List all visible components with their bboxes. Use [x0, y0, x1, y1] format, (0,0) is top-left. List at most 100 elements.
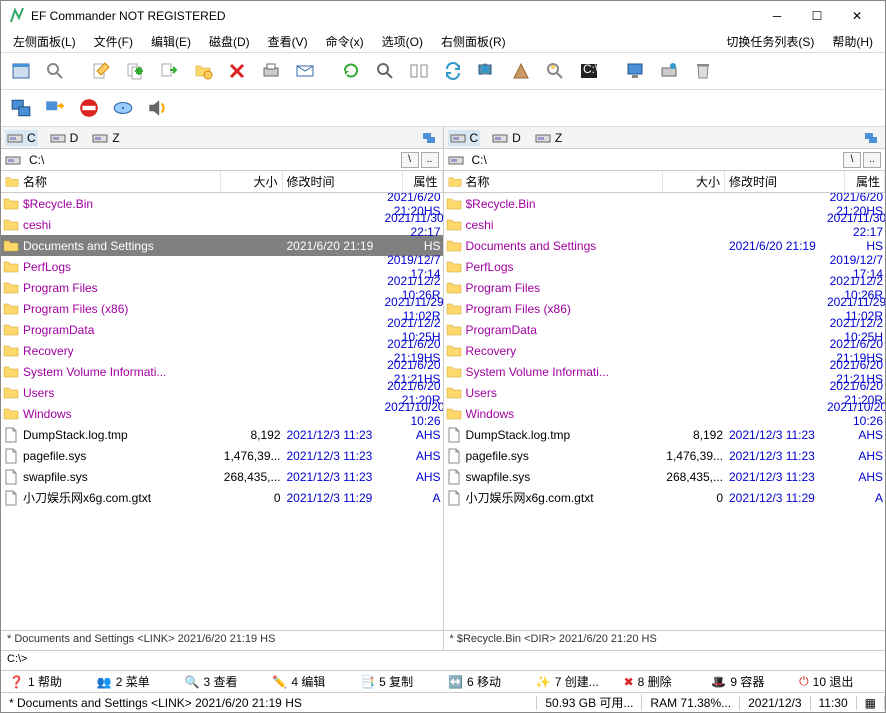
header-date[interactable]: 修改时间	[725, 171, 845, 192]
file-row[interactable]: Program Files (x86)2021/11/29 11:02R	[1, 298, 443, 319]
file-row[interactable]: System Volume Informati...2021/6/20 21:2…	[444, 361, 886, 382]
file-row[interactable]: ceshi2021/11/30 22:17	[444, 214, 886, 235]
menu-file[interactable]: 文件(F)	[86, 31, 141, 52]
tb-edit-icon[interactable]	[87, 57, 115, 85]
drive-d-button[interactable]: D	[48, 130, 81, 146]
file-row[interactable]: Documents and Settings2021/6/20 21:19HS	[444, 235, 886, 256]
f8-delete[interactable]: ✖8 删除	[620, 673, 706, 690]
f7-create[interactable]: ✨7 创建...	[532, 673, 618, 690]
path-root-button[interactable]: \	[401, 152, 419, 168]
menu-options[interactable]: 选项(O)	[374, 31, 431, 52]
file-row[interactable]: Windows2021/10/20 10:26	[1, 403, 443, 424]
f9-container[interactable]: 🎩9 容器	[707, 673, 793, 690]
drive-d-button[interactable]: D	[490, 130, 523, 146]
maximize-button[interactable]: ☐	[797, 2, 837, 30]
path-up-button[interactable]: ..	[421, 152, 439, 168]
file-row[interactable]: ceshi2021/11/30 22:17	[1, 214, 443, 235]
tb-mail-icon[interactable]	[291, 57, 319, 85]
tb-compare-icon[interactable]	[405, 57, 433, 85]
tb2-network-icon[interactable]	[7, 94, 35, 122]
file-row[interactable]: Documents and Settings2021/6/20 21:19HS	[1, 235, 443, 256]
tb-pyramid-icon[interactable]	[507, 57, 535, 85]
path-root-button[interactable]: \	[843, 152, 861, 168]
file-row[interactable]: swapfile.sys268,435,...2021/12/3 11:23AH…	[1, 466, 443, 487]
drive-c-button[interactable]: C	[5, 130, 38, 146]
network-drive-icon[interactable]	[419, 130, 439, 146]
tb2-disk-icon[interactable]	[109, 94, 137, 122]
tb-trash-icon[interactable]	[689, 57, 717, 85]
drive-c-button[interactable]: C	[448, 130, 481, 146]
tb-network-icon[interactable]	[473, 57, 501, 85]
file-row[interactable]: Users2021/6/20 21:20R	[444, 382, 886, 403]
f6-move[interactable]: ↔️6 移动	[444, 673, 530, 690]
right-path[interactable]: C:\	[468, 153, 840, 167]
header-size[interactable]: 大小	[221, 171, 283, 192]
tb-printer2-icon[interactable]	[655, 57, 683, 85]
network-drive-icon[interactable]	[861, 130, 881, 146]
path-up-button[interactable]: ..	[863, 152, 881, 168]
left-file-list[interactable]: $Recycle.Bin2021/6/20 21:20HSceshi2021/1…	[1, 193, 443, 630]
file-row[interactable]: $Recycle.Bin2021/6/20 21:20HS	[1, 193, 443, 214]
drive-z-button[interactable]: Z	[90, 130, 121, 146]
file-row[interactable]: Recovery2021/6/20 21:19HS	[444, 340, 886, 361]
menu-view[interactable]: 查看(V)	[260, 31, 316, 52]
header-attr[interactable]: 属性	[403, 171, 443, 192]
status-tray-icon[interactable]: ▦	[857, 696, 885, 710]
file-row[interactable]: Recovery2021/6/20 21:19HS	[1, 340, 443, 361]
tb-copy-icon[interactable]	[121, 57, 149, 85]
file-row[interactable]: System Volume Informati...2021/6/20 21:2…	[1, 361, 443, 382]
tb-refresh-icon[interactable]	[337, 57, 365, 85]
close-button[interactable]: ✕	[837, 2, 877, 30]
f1-help[interactable]: ❓1 帮助	[5, 673, 91, 690]
file-row[interactable]: ProgramData2021/12/2 10:25H	[444, 319, 886, 340]
right-file-list[interactable]: $Recycle.Bin2021/6/20 21:20HSceshi2021/1…	[444, 193, 886, 630]
header-name[interactable]: 名称	[1, 171, 221, 192]
file-row[interactable]: PerfLogs2019/12/7 17:14	[444, 256, 886, 277]
file-row[interactable]: ProgramData2021/12/2 10:25H	[1, 319, 443, 340]
file-row[interactable]: 小刀娱乐网x6g.com.gtxt02021/12/3 11:29A	[444, 487, 886, 508]
header-name[interactable]: 名称	[444, 171, 664, 192]
f3-view[interactable]: 🔍3 查看	[181, 673, 267, 690]
file-row[interactable]: pagefile.sys1,476,39...2021/12/3 11:23AH…	[1, 445, 443, 466]
file-row[interactable]: DumpStack.log.tmp8,1922021/12/3 11:23AHS	[444, 424, 886, 445]
tb-move-icon[interactable]	[155, 57, 183, 85]
tb-delete-icon[interactable]	[223, 57, 251, 85]
file-row[interactable]: Windows2021/10/20 10:26	[444, 403, 886, 424]
menu-edit[interactable]: 编辑(E)	[143, 31, 199, 52]
header-attr[interactable]: 属性	[845, 171, 885, 192]
tb-search-icon[interactable]	[41, 57, 69, 85]
tb-monitor-icon[interactable]	[621, 57, 649, 85]
file-row[interactable]: swapfile.sys268,435,...2021/12/3 11:23AH…	[444, 466, 886, 487]
file-row[interactable]: Users2021/6/20 21:20R	[1, 382, 443, 403]
command-line[interactable]: C:\>	[1, 650, 885, 670]
file-row[interactable]: DumpStack.log.tmp8,1922021/12/3 11:23AHS	[1, 424, 443, 445]
left-path[interactable]: C:\	[25, 153, 397, 167]
f5-copy[interactable]: 📑5 复制	[356, 673, 442, 690]
tb-newfolder-icon[interactable]	[189, 57, 217, 85]
menu-help[interactable]: 帮助(H)	[824, 31, 881, 52]
menu-cmd[interactable]: 命令(x)	[318, 31, 372, 52]
tb-sync-icon[interactable]	[439, 57, 467, 85]
header-date[interactable]: 修改时间	[283, 171, 403, 192]
menu-left-panel[interactable]: 左侧面板(L)	[5, 31, 84, 52]
tb-panel-icon[interactable]	[7, 57, 35, 85]
file-row[interactable]: $Recycle.Bin2021/6/20 21:20HS	[444, 193, 886, 214]
file-row[interactable]: Program Files2021/12/2 10:26R	[444, 277, 886, 298]
menu-switch-task[interactable]: 切换任务列表(S)	[718, 31, 822, 52]
tb2-share-icon[interactable]	[41, 94, 69, 122]
file-row[interactable]: pagefile.sys1,476,39...2021/12/3 11:23AH…	[444, 445, 886, 466]
file-row[interactable]: Program Files (x86)2021/11/29 11:02R	[444, 298, 886, 319]
drive-z-button[interactable]: Z	[533, 130, 564, 146]
f10-exit[interactable]: ⏻10 退出	[795, 673, 881, 690]
file-row[interactable]: PerfLogs2019/12/7 17:14	[1, 256, 443, 277]
tb-print-icon[interactable]	[257, 57, 285, 85]
f2-menu[interactable]: 👥2 菜单	[93, 673, 179, 690]
tb2-sound-icon[interactable]	[143, 94, 171, 122]
file-row[interactable]: Program Files2021/12/2 10:26R	[1, 277, 443, 298]
menu-right-panel[interactable]: 右侧面板(R)	[433, 31, 514, 52]
header-size[interactable]: 大小	[663, 171, 725, 192]
tb-console-icon[interactable]: C:\	[575, 57, 603, 85]
tb-zoom-person-icon[interactable]	[541, 57, 569, 85]
f4-edit[interactable]: ✏️4 编辑	[268, 673, 354, 690]
file-row[interactable]: 小刀娱乐网x6g.com.gtxt02021/12/3 11:29A	[1, 487, 443, 508]
